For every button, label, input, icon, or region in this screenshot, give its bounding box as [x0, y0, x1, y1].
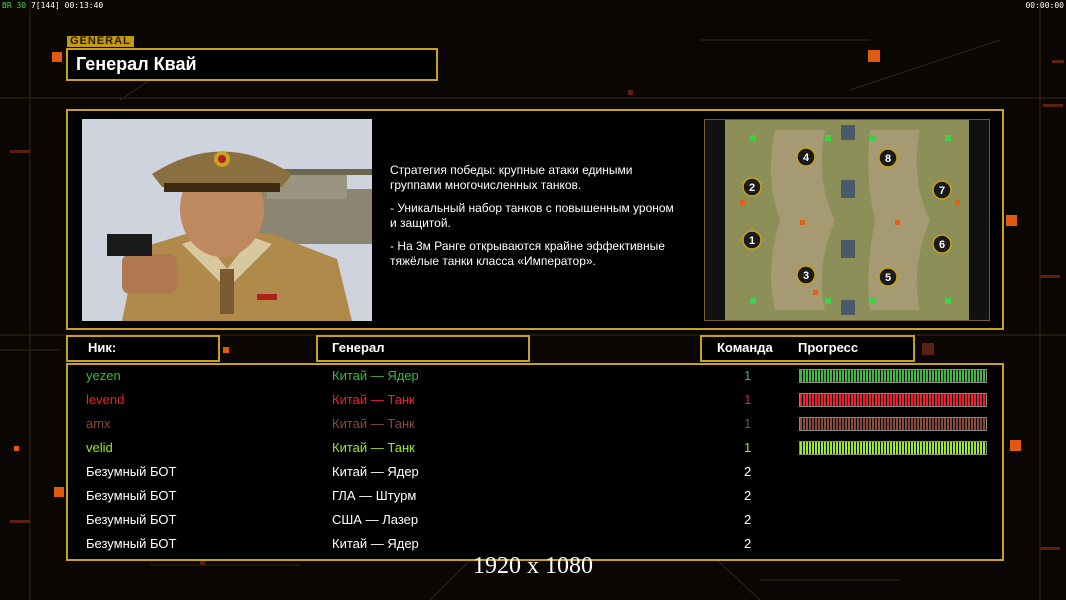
map-slot-8: 8	[885, 153, 891, 165]
map-slot-2: 2	[749, 182, 755, 194]
general-header: Генерал	[316, 335, 530, 362]
description-tanks: - Уникальный набор танков с повышенным у…	[390, 201, 674, 230]
description-strategy: Стратегия победы: крупные атаки едиными …	[390, 163, 633, 192]
map-slot-3: 3	[803, 270, 809, 282]
clock-readout: 00:00:00	[1025, 1, 1064, 10]
resolution-label: 1920 x 1080	[473, 553, 593, 579]
fps-readout: ВR 30 7[144] 00:13:40	[2, 1, 103, 10]
player-row: yezen Китай — Ядер 1	[68, 365, 1002, 389]
general-description: Стратегия победы: крупные атаки едиными …	[390, 163, 700, 277]
section-tag: GENERAL	[67, 36, 134, 47]
player-nick: Безумный БОТ	[86, 536, 177, 551]
fps-label: ВR	[2, 1, 12, 10]
map-slot-5: 5	[885, 272, 891, 284]
minimap: 1 2 3 4 5 6 7 8	[704, 119, 990, 321]
fps-value: 30	[16, 1, 27, 10]
player-team: 2	[744, 512, 752, 527]
player-row: levend Китай — Танк 1	[68, 389, 1002, 413]
player-general: Китай — Ядер	[332, 368, 419, 383]
player-team: 2	[744, 536, 752, 551]
player-nick: Безумный БОТ	[86, 488, 177, 503]
elapsed-time: 00:13:40	[64, 1, 104, 10]
player-nick: levend	[86, 392, 125, 407]
player-nick: velid	[86, 440, 113, 455]
progress-bar	[799, 417, 987, 431]
player-general: Китай — Танк	[332, 392, 415, 407]
general-info-panel: Стратегия победы: крупные атаки едиными …	[66, 109, 1004, 330]
general-title-box: Генерал Квай	[66, 48, 438, 81]
player-general: ГЛА — Штурм	[332, 488, 417, 503]
team-header-label: Команда	[717, 340, 773, 355]
player-general: Китай — Ядер	[332, 464, 419, 479]
progress-fill	[800, 442, 986, 454]
map-slot-6: 6	[939, 239, 945, 251]
player-team: 2	[744, 464, 752, 479]
player-general: Китай — Танк	[332, 416, 415, 431]
player-team: 1	[744, 440, 752, 455]
team-progress-header: Команда Прогресс	[700, 335, 915, 362]
player-nick: amx	[86, 416, 111, 431]
player-row: Безумный БОТ ГЛА — Штурм 2	[68, 485, 1002, 509]
progress-bar	[799, 441, 987, 455]
player-team: 2	[744, 488, 752, 503]
description-rank3: - На 3м Ранге открываются крайне эффекти…	[390, 239, 665, 268]
map-slot-4: 4	[803, 152, 810, 164]
player-general: США — Лазер	[332, 512, 419, 527]
player-row: amx Китай — Танк 1	[68, 413, 1002, 437]
progress-bar	[799, 369, 987, 383]
general-header-label: Генерал	[332, 340, 385, 355]
map-slot-1: 1	[749, 235, 755, 247]
player-row: Безумный БОТ США — Лазер 2	[68, 509, 1002, 533]
general-portrait	[82, 119, 372, 321]
players-table: yezen Китай — Ядер 1 levend Китай — Танк 1 amx…	[66, 363, 1004, 561]
player-row: velid Китай — Танк 1	[68, 437, 1002, 461]
progress-fill	[800, 394, 986, 406]
player-nick: yezen	[86, 368, 121, 383]
player-team: 1	[744, 392, 752, 407]
player-nick: Безумный БОТ	[86, 464, 177, 479]
nick-header-label: Ник:	[88, 340, 117, 355]
map-slot-7: 7	[939, 185, 945, 197]
player-team: 1	[744, 416, 752, 431]
general-title: Генерал Квай	[76, 54, 197, 74]
fps-extra: 7[144]	[30, 1, 60, 10]
progress-bar	[799, 393, 987, 407]
player-general: Китай — Танк	[332, 440, 415, 455]
progress-header-label: Прогресс	[798, 340, 859, 355]
nick-header: Ник:	[66, 335, 220, 362]
player-row: Безумный БОТ Китай — Ядер 2	[68, 461, 1002, 485]
progress-fill	[800, 418, 986, 430]
player-team: 1	[744, 368, 752, 383]
progress-fill	[800, 370, 986, 382]
player-general: Китай — Ядер	[332, 536, 419, 551]
player-nick: Безумный БОТ	[86, 512, 177, 527]
